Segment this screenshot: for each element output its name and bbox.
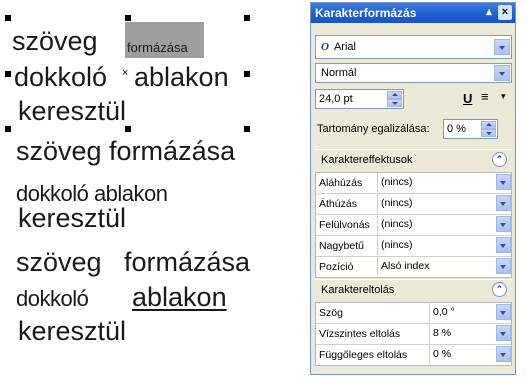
dock-arrow-icon[interactable]: ▴: [482, 5, 496, 20]
shift-table: Szög 0,0 ° Vízszintes eltolás 8 % Függől…: [315, 302, 512, 366]
text-word[interactable]: keresztül: [18, 98, 126, 125]
center-x-marker[interactable]: ×: [122, 67, 128, 79]
spin-up-icon[interactable]: [387, 91, 402, 99]
shift-group-header[interactable]: Karaktereltolás ⌃: [315, 279, 512, 299]
selection-handle[interactable]: [5, 71, 11, 77]
chevron-down-icon[interactable]: [496, 174, 511, 190]
spin-buttons-icon[interactable]: [496, 304, 511, 320]
effect-row-overline[interactable]: Felülvonás (nincs): [316, 215, 511, 236]
effect-row-underline[interactable]: Aláhúzás (nincs): [316, 173, 511, 194]
text-line: keresztül: [18, 316, 127, 346]
subscript-word: dokkoló: [16, 286, 89, 311]
chevron-down-icon[interactable]: [496, 195, 511, 211]
selection-handle[interactable]: [244, 15, 250, 21]
text-word: dokkoló: [16, 278, 89, 310]
text-word: formázása: [124, 247, 251, 277]
opentype-font-icon: O: [321, 41, 329, 53]
chevron-down-icon[interactable]: [494, 65, 510, 81]
text-word: szöveg: [16, 247, 102, 277]
chevron-down-icon[interactable]: [494, 39, 510, 55]
effect-row-position[interactable]: Pozíció Alsó index: [316, 257, 511, 277]
shift-row-vertical[interactable]: Függőleges eltolás 0 %: [316, 345, 511, 365]
range-align-stepper[interactable]: 0 %: [443, 119, 498, 139]
spin-buttons-icon[interactable]: [496, 325, 511, 341]
shift-row-angle[interactable]: Szög 0,0 °: [316, 303, 511, 324]
font-style-select[interactable]: Normál: [315, 63, 512, 83]
selected-text-highlight[interactable]: formázása: [125, 22, 204, 58]
text-line: keresztül: [18, 203, 127, 233]
selected-subscript-text[interactable]: formázása: [127, 40, 188, 55]
selection-handle[interactable]: [5, 126, 11, 132]
underlined-word: ablakon: [132, 282, 227, 312]
character-formatting-docker: Karakterformázás ▴ × O Arial Normál 24,0 …: [310, 2, 516, 375]
text-word[interactable]: dokkoló: [14, 64, 107, 91]
text-word[interactable]: ablakon: [134, 64, 229, 91]
shift-row-horizontal[interactable]: Vízszintes eltolás 8 %: [316, 324, 511, 345]
effect-row-strikethrough[interactable]: Áthúzás (nincs): [316, 194, 511, 215]
selection-handle[interactable]: [244, 71, 250, 77]
font-name-select[interactable]: O Arial: [315, 35, 512, 59]
text-line: dokkoló ablakon: [16, 173, 168, 205]
chevron-down-icon[interactable]: ▾: [501, 91, 506, 102]
chevron-down-icon[interactable]: [496, 237, 511, 253]
spin-buttons-icon[interactable]: [496, 346, 511, 362]
selection-handle[interactable]: [244, 126, 250, 132]
chevron-down-icon[interactable]: [496, 258, 511, 274]
spin-down-icon[interactable]: [481, 129, 496, 137]
spin-buttons[interactable]: [387, 91, 402, 107]
align-icon[interactable]: ≡: [481, 89, 489, 104]
spin-down-icon[interactable]: [387, 99, 402, 107]
text-word[interactable]: szöveg: [12, 28, 98, 55]
collapse-icon[interactable]: ⌃: [492, 152, 507, 167]
spin-up-icon[interactable]: [481, 121, 496, 129]
drawing-canvas[interactable]: szöveg formázása dokkoló ablakon kereszt…: [0, 0, 305, 377]
docker-title: Karakterformázás: [315, 6, 417, 20]
spin-buttons[interactable]: [481, 121, 496, 137]
effects-table: Aláhúzás (nincs) Áthúzás (nincs) Felülvo…: [315, 172, 512, 278]
range-align-label: Tartomány egalizálása:: [317, 123, 430, 135]
effects-group-header[interactable]: Karaktereffektusok ⌃: [315, 149, 512, 169]
effect-row-uppercase[interactable]: Nagybetű (nincs): [316, 236, 511, 257]
selection-handle[interactable]: [125, 15, 131, 21]
underline-icon[interactable]: U: [463, 91, 472, 106]
selection-handle[interactable]: [5, 15, 11, 21]
chevron-down-icon[interactable]: [496, 216, 511, 232]
collapse-icon[interactable]: ⌃: [492, 282, 507, 297]
docker-titlebar[interactable]: Karakterformázás ▴ ×: [311, 3, 515, 23]
text-line: szöveg formázása: [16, 136, 236, 166]
font-size-stepper[interactable]: 24,0 pt: [315, 89, 404, 109]
selection-handle[interactable]: [125, 126, 131, 132]
close-icon[interactable]: ×: [498, 5, 512, 20]
